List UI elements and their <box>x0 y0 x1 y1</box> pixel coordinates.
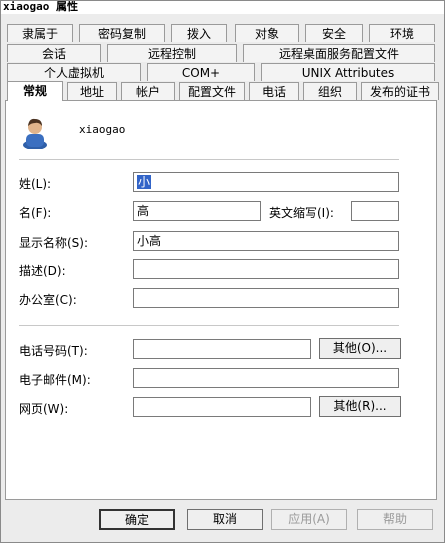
office-label: 办公室(C): <box>19 293 77 307</box>
help-button[interactable]: 帮助 <box>357 509 433 530</box>
separator-middle <box>19 325 399 326</box>
tab-password-replication[interactable]: 密码复制 <box>79 24 165 42</box>
last-name-label: 姓(L): <box>19 177 52 191</box>
first-name-field[interactable]: 高 <box>133 201 261 221</box>
tab-dial-in[interactable]: 拨入 <box>171 24 227 42</box>
ok-button[interactable]: 确定 <box>99 509 175 530</box>
email-field[interactable] <box>133 368 399 388</box>
initials-label: 英文缩写(I): <box>269 206 334 220</box>
properties-dialog: xiaogao 属性 隶属于 密码复制 拨入 对象 安全 环境 会话 远程控制 … <box>0 0 445 543</box>
username-label: xiaogao <box>79 123 126 136</box>
tab-address[interactable]: 地址 <box>67 82 117 100</box>
display-name-label: 显示名称(S): <box>19 236 89 250</box>
phone-other-button[interactable]: 其他(O)... <box>319 338 401 359</box>
last-name-value: 小 <box>137 175 152 189</box>
tab-com-plus[interactable]: COM+ <box>147 63 255 81</box>
title-bar: xiaogao 属性 <box>1 1 444 14</box>
webpage-label: 网页(W): <box>19 402 69 416</box>
tab-account[interactable]: 帐户 <box>121 82 175 100</box>
tab-environment[interactable]: 环境 <box>369 24 435 42</box>
last-name-field[interactable]: 小 <box>133 172 399 192</box>
tab-unix-attributes[interactable]: UNIX Attributes <box>261 63 435 81</box>
tab-telephones[interactable]: 电话 <box>249 82 299 100</box>
tab-rds-profile[interactable]: 远程桌面服务配置文件 <box>243 44 435 62</box>
separator-top <box>19 159 399 160</box>
apply-button[interactable]: 应用(A) <box>271 509 347 530</box>
description-field[interactable] <box>133 259 399 279</box>
display-name-field[interactable]: 小高 <box>133 231 399 251</box>
window-title: xiaogao 属性 <box>3 1 78 13</box>
description-label: 描述(D): <box>19 264 66 278</box>
tab-general[interactable]: 常规 <box>7 81 63 101</box>
tab-member-of[interactable]: 隶属于 <box>7 24 73 42</box>
tab-profile[interactable]: 配置文件 <box>179 82 245 100</box>
user-icon <box>23 118 47 149</box>
tab-organization[interactable]: 组织 <box>303 82 357 100</box>
phone-field[interactable] <box>133 339 311 359</box>
tab-published-certificates[interactable]: 发布的证书 <box>361 82 439 100</box>
initials-field[interactable] <box>351 201 399 221</box>
webpage-field[interactable] <box>133 397 311 417</box>
first-name-label: 名(F): <box>19 206 52 220</box>
tab-sessions[interactable]: 会话 <box>7 44 101 62</box>
webpage-other-button[interactable]: 其他(R)... <box>319 396 401 417</box>
phone-label: 电话号码(T): <box>19 344 88 358</box>
cancel-button[interactable]: 取消 <box>187 509 263 530</box>
email-label: 电子邮件(M): <box>19 373 91 387</box>
tab-personal-vm[interactable]: 个人虚拟机 <box>7 63 141 81</box>
tab-security[interactable]: 安全 <box>305 24 363 42</box>
office-field[interactable] <box>133 288 399 308</box>
tab-remote-control[interactable]: 远程控制 <box>107 44 237 62</box>
tab-object[interactable]: 对象 <box>235 24 299 42</box>
